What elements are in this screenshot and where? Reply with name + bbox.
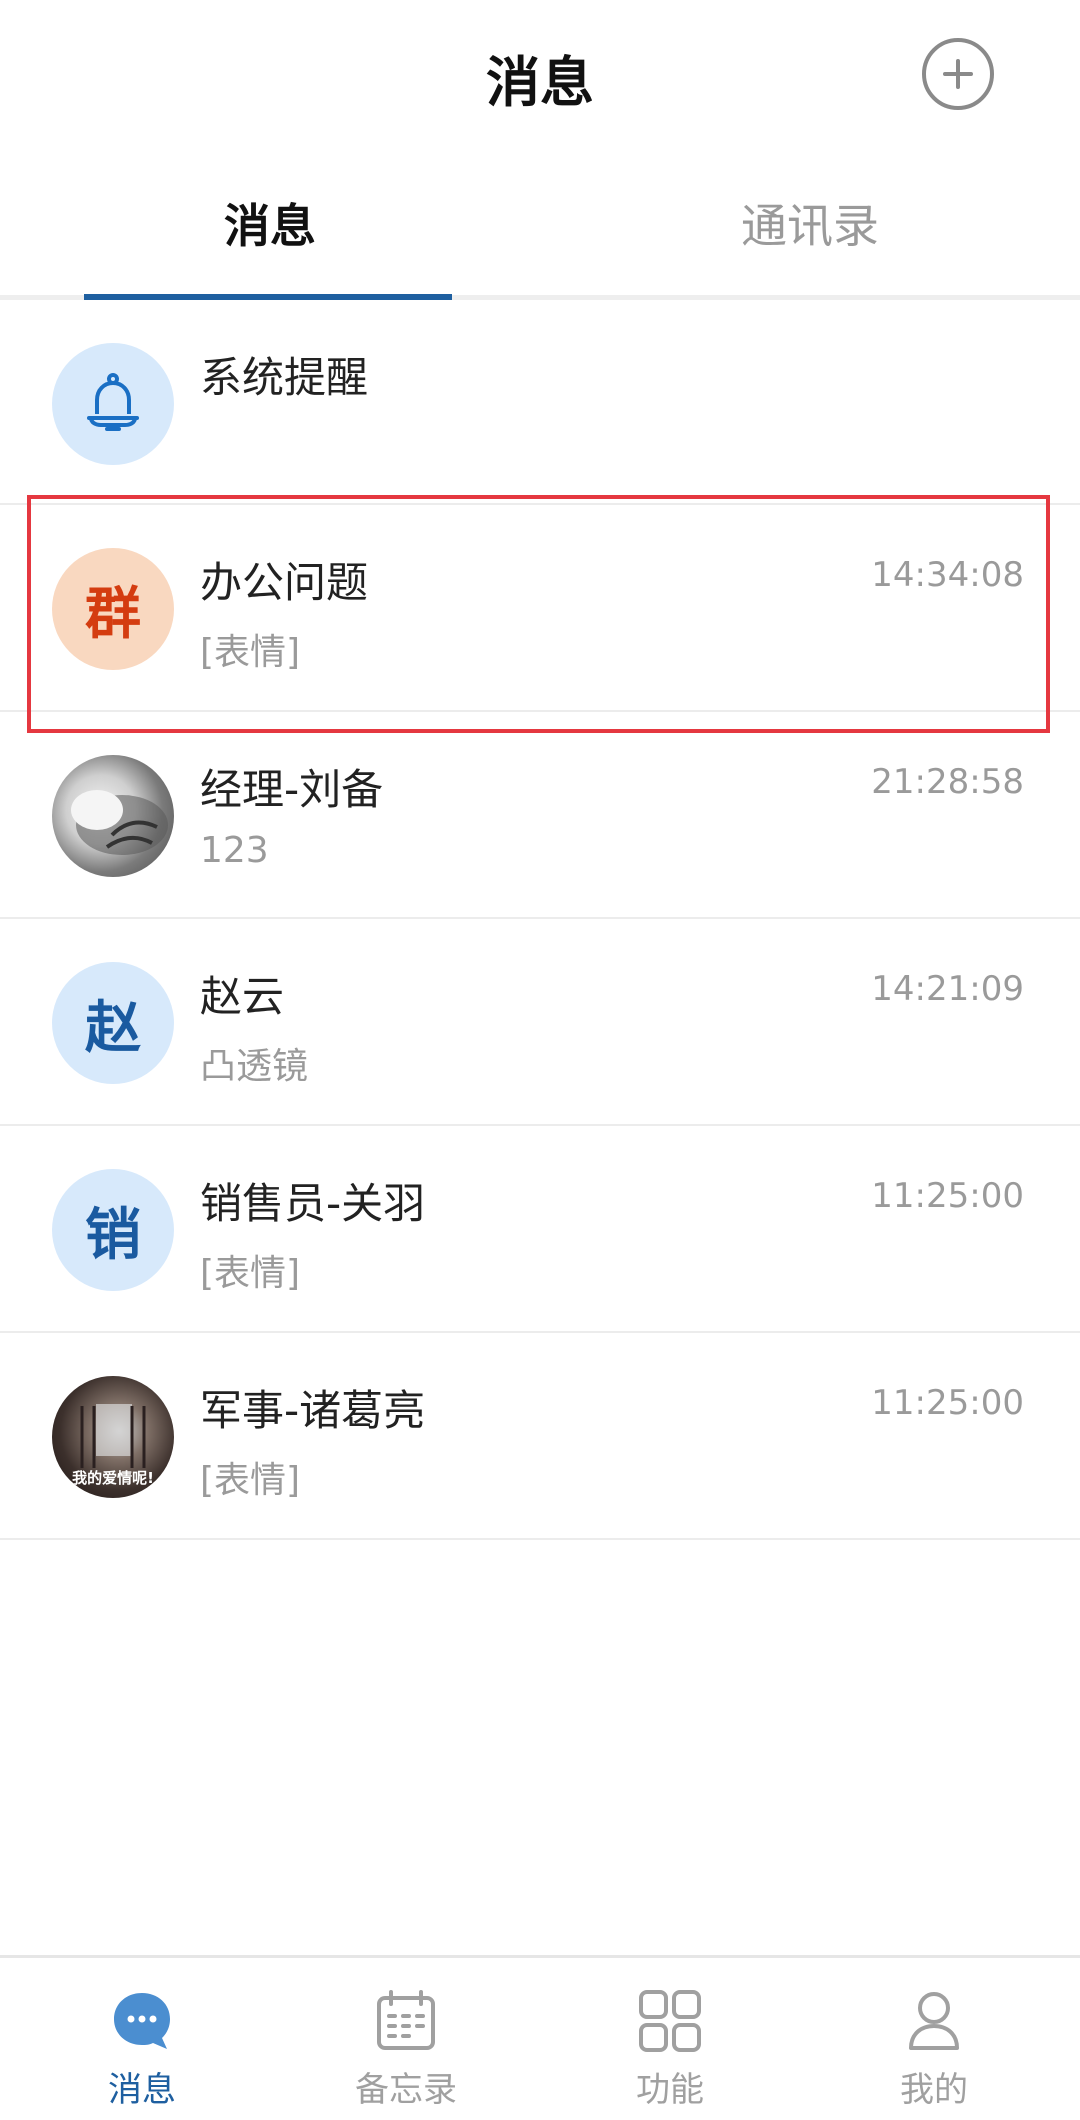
conversation-name: 办公问题 xyxy=(200,558,369,607)
tab-contacts[interactable]: 通讯录 xyxy=(540,190,1080,256)
nav-profile[interactable]: 我的 xyxy=(839,1988,1029,2111)
conversation-item[interactable]: 系统提醒 xyxy=(0,300,1080,505)
conversation-time: 21:28:58 xyxy=(871,762,1024,802)
conversation-preview: [表情] xyxy=(200,632,301,673)
page-title: 消息 xyxy=(486,51,594,114)
cat-photo xyxy=(71,790,168,855)
conversation-name: 销售员-关羽 xyxy=(200,1179,426,1228)
nav-label: 功能 xyxy=(636,2070,704,2110)
group-avatar: 群 xyxy=(52,548,174,670)
calendar-icon xyxy=(373,1988,439,2054)
app-header: 消息 xyxy=(0,0,1080,150)
avatar xyxy=(52,343,174,465)
tab-messages[interactable]: 消息 xyxy=(0,190,540,256)
grid-icon xyxy=(637,1988,703,2054)
conversation-preview: 凸透镜 xyxy=(200,1046,309,1087)
person-icon xyxy=(901,1988,967,2054)
conversation-item[interactable]: 经理-刘备 123 21:28:58 xyxy=(0,712,1080,919)
avatar-caption: 我的爱情呢! xyxy=(72,1469,154,1487)
nav-messages[interactable]: 消息 xyxy=(47,1988,237,2111)
avatar: 销 xyxy=(52,1169,174,1291)
add-button[interactable] xyxy=(922,38,994,110)
nav-label: 我的 xyxy=(900,2070,968,2110)
conversation-item[interactable]: 群 办公问题 [表情] 14:34:08 xyxy=(0,505,1080,712)
nav-label: 备忘录 xyxy=(355,2070,457,2110)
avatar: 赵 xyxy=(52,962,174,1084)
conversation-preview: [表情] xyxy=(200,1253,301,1294)
conversation-name: 系统提醒 xyxy=(200,353,369,402)
conversation-preview: [表情] xyxy=(200,1460,301,1501)
tab-bar: 消息 通讯录 xyxy=(0,150,1080,300)
conversation-preview: 123 xyxy=(200,830,269,871)
conversation-time: 14:34:08 xyxy=(871,555,1024,595)
nav-functions[interactable]: 功能 xyxy=(575,1988,765,2111)
chat-bubble-icon xyxy=(109,1988,175,2054)
conversation-time: 11:25:00 xyxy=(871,1383,1024,1423)
conversation-item[interactable]: 销 销售员-关羽 [表情] 11:25:00 xyxy=(0,1126,1080,1333)
avatar xyxy=(52,755,174,877)
nav-memo[interactable]: 备忘录 xyxy=(311,1988,501,2111)
conversation-item[interactable]: 我的爱情呢! 军事-诸葛亮 [表情] 11:25:00 xyxy=(0,1333,1080,1540)
conversation-list: 系统提醒 群 办公问题 [表情] 14:34:08 经理-刘备 123 21:2… xyxy=(0,300,1080,1540)
conversation-item[interactable]: 赵 赵云 凸透镜 14:21:09 xyxy=(0,919,1080,1126)
bell-icon xyxy=(87,373,139,431)
conversation-name: 经理-刘备 xyxy=(200,765,384,814)
nav-label: 消息 xyxy=(108,2070,176,2110)
conversation-name: 赵云 xyxy=(200,972,285,1021)
conversation-time: 14:21:09 xyxy=(871,969,1024,1009)
bottom-nav: 消息 备忘录 功能 我的 xyxy=(0,1955,1080,2120)
conversation-name: 军事-诸葛亮 xyxy=(200,1386,426,1435)
avatar: 我的爱情呢! xyxy=(52,1376,174,1498)
conversation-time: 11:25:00 xyxy=(871,1176,1024,1216)
